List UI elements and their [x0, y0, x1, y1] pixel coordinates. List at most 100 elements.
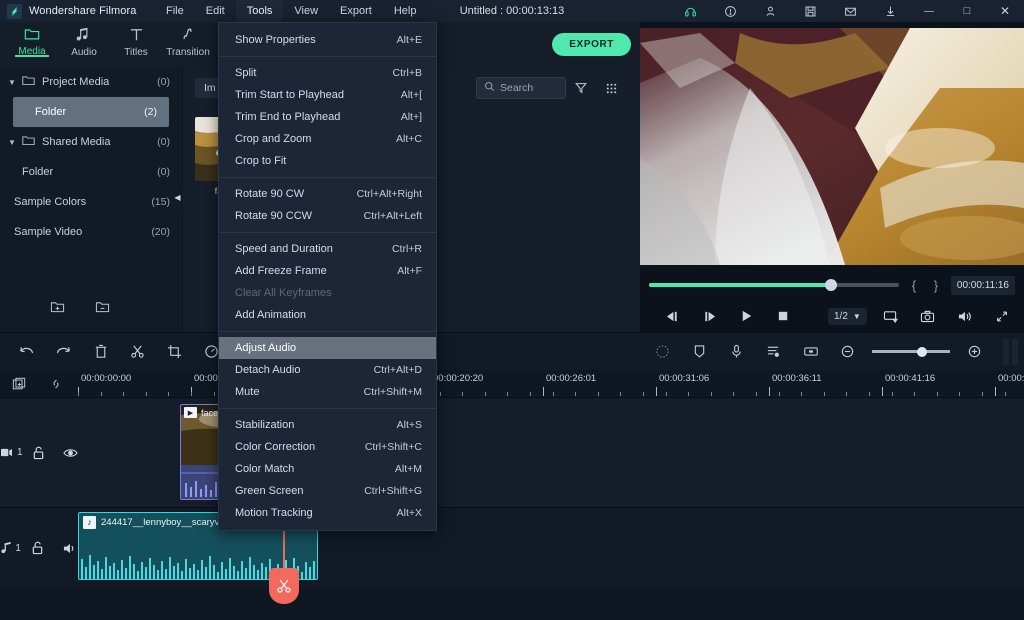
menu-item-stabilization[interactable]: StabilizationAlt+S: [219, 414, 436, 436]
split-scissors-icon[interactable]: [119, 344, 156, 359]
snapshot-camera-icon[interactable]: [909, 310, 946, 323]
ruler-minor-tick: [733, 392, 734, 396]
tab-transition[interactable]: Transition: [162, 22, 214, 58]
tab-media[interactable]: Media: [6, 22, 58, 57]
chevron-down-icon[interactable]: ▼: [8, 138, 22, 147]
folder-icon: [24, 27, 40, 44]
audio-track[interactable]: 1 ♪ 244417__lennyboy__scaryvi: [0, 508, 1024, 588]
tab-audio[interactable]: Audio: [58, 22, 110, 58]
menu-item-motion-tracking[interactable]: Motion TrackingAlt+X: [219, 502, 436, 524]
menu-item-trim-start-to-playhead[interactable]: Trim Start to PlayheadAlt+[: [219, 84, 436, 106]
menu-export[interactable]: Export: [329, 0, 383, 22]
volume-icon[interactable]: [946, 310, 983, 323]
undo-icon[interactable]: [8, 344, 45, 359]
preview-timecode[interactable]: 00:00:11:16: [951, 276, 1015, 295]
export-button[interactable]: EXPORT: [552, 33, 631, 56]
menu-item-green-screen[interactable]: Green ScreenCtrl+Shift+G: [219, 480, 436, 502]
zoom-out-icon[interactable]: [829, 344, 866, 359]
new-folder-icon[interactable]: [50, 300, 65, 319]
zoom-slider-handle[interactable]: [917, 347, 927, 357]
menu-item-mute[interactable]: MuteCtrl+Shift+M: [219, 381, 436, 403]
library-row-shared-media-2[interactable]: ▼Shared Media(0): [0, 127, 182, 157]
mark-in-button[interactable]: {: [907, 278, 921, 293]
zoom-in-icon[interactable]: [956, 344, 993, 359]
video-track[interactable]: 1: [0, 398, 1024, 508]
menu-item-show-properties[interactable]: Show PropertiesAlt+E: [219, 29, 436, 51]
unlock-icon[interactable]: [31, 446, 47, 460]
filter-icon[interactable]: [566, 81, 596, 95]
menu-item-color-match[interactable]: Color MatchAlt+M: [219, 458, 436, 480]
zoom-ratio-select[interactable]: 1/2 ▼: [828, 308, 867, 325]
menu-item-add-animation[interactable]: Add Animation: [219, 304, 436, 326]
render-preview-icon[interactable]: [644, 344, 681, 359]
menu-file[interactable]: File: [155, 0, 195, 22]
preview-video[interactable]: [640, 28, 1024, 265]
menu-item-detach-audio[interactable]: Detach AudioCtrl+Alt+D: [219, 359, 436, 381]
account-icon[interactable]: [750, 0, 790, 22]
menu-item-adjust-audio[interactable]: Adjust Audio: [219, 337, 436, 359]
next-frame-button[interactable]: [691, 310, 728, 323]
collapse-panel-arrow-icon[interactable]: ◀: [172, 183, 183, 211]
chevron-down-icon[interactable]: ▼: [8, 78, 22, 87]
tab-titles[interactable]: Titles: [110, 22, 162, 58]
redo-icon[interactable]: [45, 344, 82, 359]
library-row-sample-video-5[interactable]: Sample Video(20): [0, 217, 182, 247]
menu-item-trim-end-to-playhead[interactable]: Trim End to PlayheadAlt+]: [219, 106, 436, 128]
minimize-button[interactable]: —: [910, 0, 948, 22]
screen-cast-icon[interactable]: [872, 310, 909, 323]
menu-item-rotate-90-cw[interactable]: Rotate 90 CWCtrl+Alt+Right: [219, 183, 436, 205]
stop-button[interactable]: [765, 310, 802, 322]
unlock-icon[interactable]: [29, 541, 45, 555]
seek-handle[interactable]: [825, 279, 837, 291]
fit-timeline-icon[interactable]: [792, 345, 829, 358]
mark-out-button[interactable]: }: [929, 278, 943, 293]
add-track-icon[interactable]: [0, 377, 37, 391]
library-row-folder-1[interactable]: Folder(2): [13, 97, 169, 127]
library-row-sample-colors-4[interactable]: Sample Colors(15): [0, 187, 182, 217]
marker-icon[interactable]: [681, 344, 718, 359]
library-row-folder-3[interactable]: Folder(0): [0, 157, 182, 187]
delete-icon[interactable]: [82, 344, 119, 359]
save-icon[interactable]: [790, 0, 830, 22]
menu-item-speed-and-duration[interactable]: Speed and DurationCtrl+R: [219, 238, 436, 260]
download-icon[interactable]: [870, 0, 910, 22]
audio-mixer-icon[interactable]: [755, 344, 792, 359]
menu-item-rotate-90-ccw[interactable]: Rotate 90 CCWCtrl+Alt+Left: [219, 205, 436, 227]
ruler-minor-tick: [688, 392, 689, 396]
menu-item-shortcut: Ctrl+R: [350, 243, 422, 255]
zoom-slider[interactable]: [872, 350, 950, 353]
headset-icon[interactable]: [670, 0, 710, 22]
fullscreen-icon[interactable]: [983, 310, 1020, 323]
remove-folder-icon[interactable]: [95, 300, 110, 319]
record-voiceover-icon[interactable]: [718, 344, 755, 359]
menu-item-crop-to-fit[interactable]: Crop to Fit: [219, 150, 436, 172]
scissors-playhead-icon[interactable]: [269, 568, 299, 604]
eye-icon[interactable]: [62, 447, 78, 459]
library-row-project-media-0[interactable]: ▼Project Media(0): [0, 67, 182, 97]
menu-view[interactable]: View: [283, 0, 329, 22]
timeline-ruler[interactable]: 00:00:00:0000:00:05:000:00:20:2000:00:26…: [0, 370, 1024, 398]
search-input[interactable]: Search: [476, 77, 566, 99]
timeline-scroll-grip[interactable]: [1003, 339, 1018, 365]
info-icon[interactable]: [710, 0, 750, 22]
menu-item-crop-and-zoom[interactable]: Crop and ZoomAlt+C: [219, 128, 436, 150]
close-button[interactable]: ✕: [986, 0, 1024, 22]
mail-icon[interactable]: [830, 0, 870, 22]
seek-bar[interactable]: [649, 283, 899, 287]
menu-edit[interactable]: Edit: [195, 0, 236, 22]
ruler-major-tick: [769, 387, 770, 396]
link-clips-icon[interactable]: [37, 377, 74, 391]
speaker-icon[interactable]: [62, 542, 78, 555]
maximize-button[interactable]: □: [948, 0, 986, 22]
menu-help[interactable]: Help: [383, 0, 428, 22]
menu-item-label: Speed and Duration: [235, 243, 350, 255]
ruler-minor-tick: [711, 392, 712, 396]
menu-tools[interactable]: Tools: [236, 0, 284, 22]
grid-view-icon[interactable]: [596, 82, 626, 95]
menu-item-add-freeze-frame[interactable]: Add Freeze FrameAlt+F: [219, 260, 436, 282]
menu-item-color-correction[interactable]: Color CorrectionCtrl+Shift+C: [219, 436, 436, 458]
play-button[interactable]: [728, 309, 765, 323]
prev-frame-button[interactable]: [654, 310, 691, 323]
crop-icon[interactable]: [156, 344, 193, 359]
menu-item-split[interactable]: SplitCtrl+B: [219, 62, 436, 84]
